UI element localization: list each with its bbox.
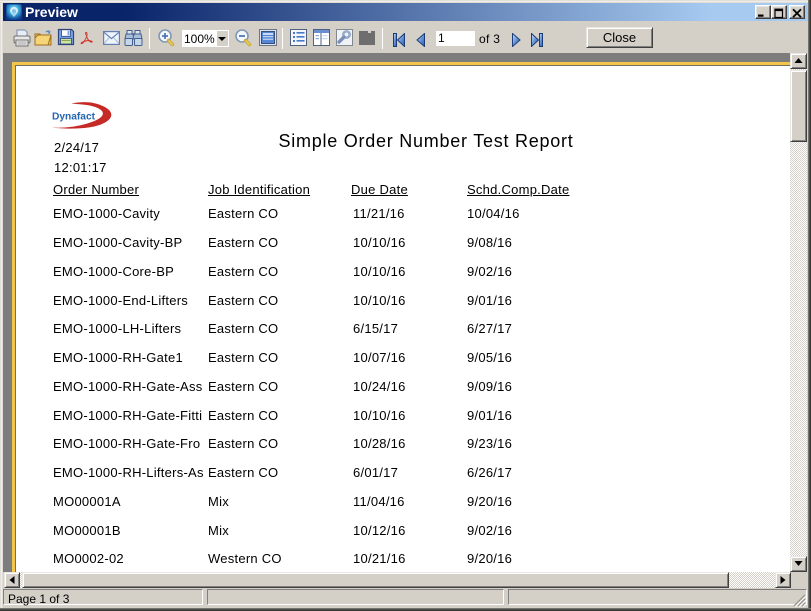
svg-text:Dynafact: Dynafact xyxy=(52,111,96,122)
